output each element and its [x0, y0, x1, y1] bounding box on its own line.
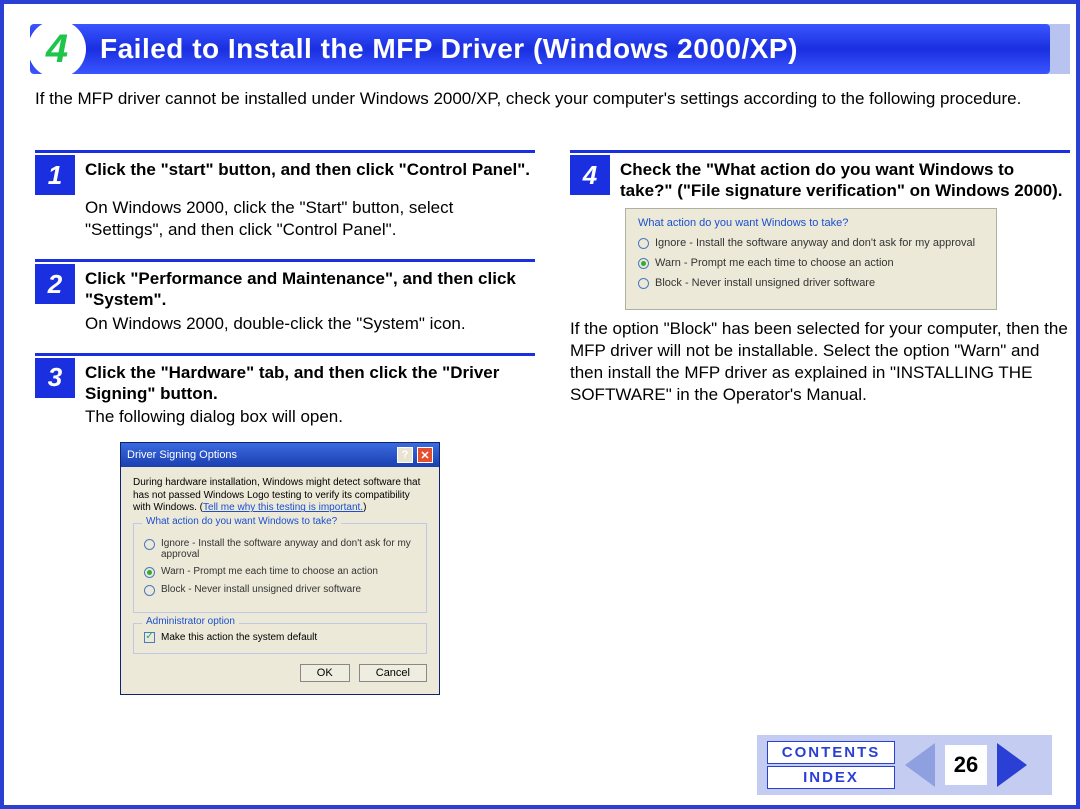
footer-nav: CONTENTS INDEX 26 [757, 735, 1052, 795]
radio-block[interactable]: Block - Never install unsigned driver so… [638, 277, 984, 289]
step-number: 2 [35, 264, 75, 304]
intro-text: If the MFP driver cannot be installed un… [35, 88, 1045, 111]
radio-label: Ignore - Install the software anyway and… [161, 538, 416, 560]
close-icon[interactable]: ✕ [417, 447, 433, 463]
admin-legend: Administrator option [142, 616, 239, 627]
dialog-intro-b: ) [363, 502, 366, 513]
radio-icon [144, 585, 155, 596]
checkbox-label: Make this action the system default [161, 632, 317, 643]
action-mini-box: What action do you want Windows to take?… [625, 208, 997, 310]
mini-legend: What action do you want Windows to take? [638, 217, 984, 229]
left-column: 1 Click the "start" button, and then cli… [35, 150, 535, 713]
ok-button[interactable]: OK [300, 664, 350, 682]
step-body: On Windows 2000, click the "Start" butto… [85, 197, 535, 241]
dialog-title: Driver Signing Options [127, 449, 237, 461]
step-title: Click the "Hardware" tab, and then click… [85, 358, 535, 405]
help-icon[interactable]: ? [397, 447, 413, 463]
radio-icon [144, 539, 155, 550]
radio-label: Warn - Prompt me each time to choose an … [161, 566, 378, 577]
radio-icon [638, 278, 649, 289]
index-button[interactable]: INDEX [767, 766, 895, 789]
radio-ignore[interactable]: Ignore - Install the software anyway and… [144, 538, 416, 560]
action-legend: What action do you want Windows to take? [142, 516, 341, 527]
prev-page-icon[interactable] [905, 743, 935, 787]
radio-warn[interactable]: Warn - Prompt me each time to choose an … [638, 257, 984, 269]
radio-label: Block - Never install unsigned driver so… [655, 277, 875, 289]
radio-icon [638, 258, 649, 269]
step-4: 4 Check the "What action do you want Win… [570, 150, 1070, 406]
driver-signing-dialog: Driver Signing Options ? ✕ During hardwa… [120, 442, 440, 695]
cancel-button[interactable]: Cancel [359, 664, 427, 682]
section-title-bar: 4 Failed to Install the MFP Driver (Wind… [30, 24, 1050, 74]
radio-label: Block - Never install unsigned driver so… [161, 584, 361, 595]
step-4-explanation: If the option "Block" has been selected … [570, 318, 1070, 406]
dialog-intro: During hardware installation, Windows mi… [133, 477, 427, 515]
step-title: Click "Performance and Maintenance", and… [85, 264, 535, 311]
radio-ignore[interactable]: Ignore - Install the software anyway and… [638, 237, 984, 249]
step-title: Check the "What action do you want Windo… [620, 155, 1070, 202]
section-title: Failed to Install the MFP Driver (Window… [100, 33, 798, 65]
step-1: 1 Click the "start" button, and then cli… [35, 150, 535, 241]
radio-label: Ignore - Install the software anyway and… [655, 237, 975, 249]
step-title: Click the "start" button, and then click… [85, 155, 535, 195]
radio-icon [144, 567, 155, 578]
right-column: 4 Check the "What action do you want Win… [570, 150, 1070, 424]
section-number-badge: 4 [28, 20, 86, 78]
radio-label: Warn - Prompt me each time to choose an … [655, 257, 894, 269]
action-fieldset: What action do you want Windows to take?… [133, 523, 427, 613]
step-number: 1 [35, 155, 75, 195]
admin-fieldset: Administrator option ✓ Make this action … [133, 623, 427, 654]
radio-block[interactable]: Block - Never install unsigned driver so… [144, 584, 416, 596]
contents-button[interactable]: CONTENTS [767, 741, 895, 764]
checkbox-icon: ✓ [144, 632, 155, 643]
step-body: The following dialog box will open. [85, 406, 535, 428]
dialog-help-link[interactable]: Tell me why this testing is important. [203, 502, 363, 513]
step-2: 2 Click "Performance and Maintenance", a… [35, 259, 535, 335]
dialog-titlebar: Driver Signing Options ? ✕ [121, 443, 439, 467]
next-page-icon[interactable] [997, 743, 1027, 787]
checkbox-default[interactable]: ✓ Make this action the system default [144, 632, 416, 643]
step-3: 3 Click the "Hardware" tab, and then cli… [35, 353, 535, 695]
step-body: On Windows 2000, double-click the "Syste… [85, 313, 535, 335]
radio-icon [638, 238, 649, 249]
page-number: 26 [945, 745, 987, 785]
radio-warn[interactable]: Warn - Prompt me each time to choose an … [144, 566, 416, 578]
step-number: 4 [570, 155, 610, 195]
step-number: 3 [35, 358, 75, 398]
